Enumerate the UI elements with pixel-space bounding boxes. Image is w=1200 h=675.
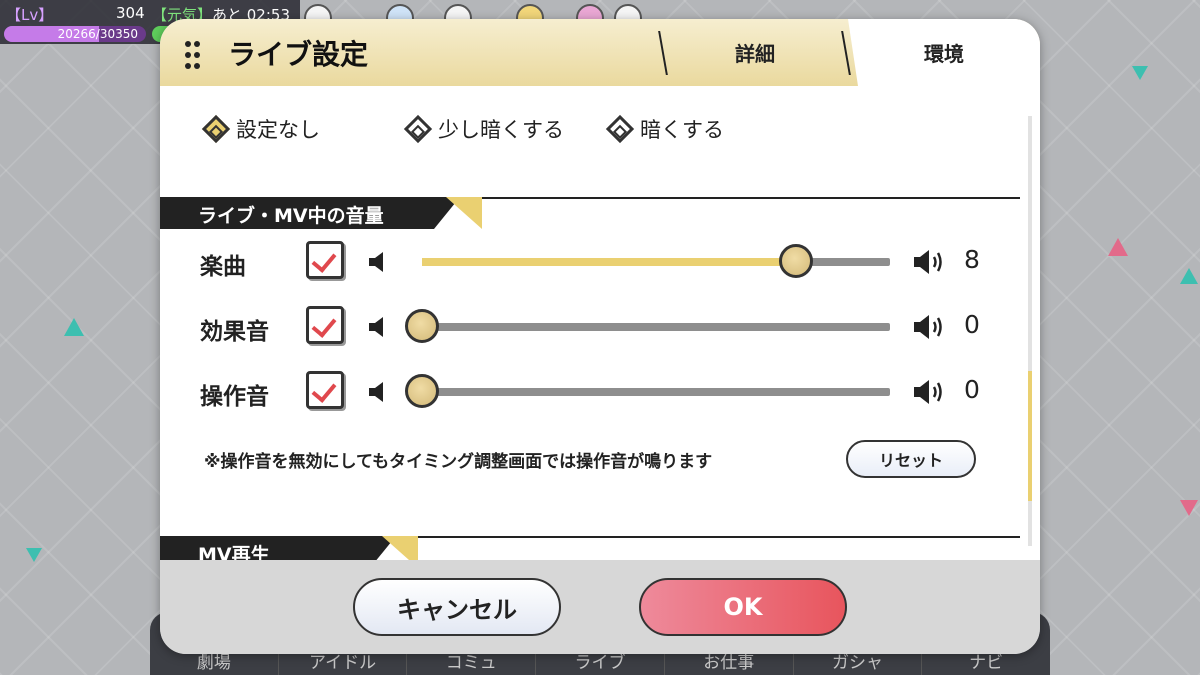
reset-button[interactable]: リセット: [846, 440, 976, 478]
section-accent: [446, 197, 482, 229]
section-header-mv: MV再生: [160, 536, 396, 560]
ok-button[interactable]: OK: [639, 578, 847, 636]
slider-knob[interactable]: [779, 244, 814, 278]
radio-label: 設定なし: [236, 118, 320, 142]
drag-handle-icon[interactable]: [185, 41, 200, 71]
radio-label: 少し暗くする: [438, 118, 564, 142]
check-icon: [311, 377, 337, 403]
slider-knob[interactable]: [405, 374, 439, 408]
speaker-high-icon: [914, 380, 942, 404]
slider-knob[interactable]: [405, 309, 439, 343]
decor-triangle: [1180, 500, 1198, 516]
speaker-low-icon: [369, 317, 383, 337]
level-value: 304: [116, 4, 145, 22]
level-label: 【Lv】: [6, 6, 54, 24]
ui-sound-volume-slider[interactable]: [405, 374, 890, 408]
ui-sound-checkbox[interactable]: [306, 371, 344, 409]
dialog-content: 設定なし 少し暗くする 暗くする ライブ・MV中の音量 楽曲 8 効果音 0 操…: [160, 86, 1040, 560]
sfx-volume-slider[interactable]: [405, 309, 890, 343]
section-header-volume: ライブ・MV中の音量: [160, 197, 460, 229]
slider-fill: [422, 258, 797, 266]
volume-label: 楽曲: [200, 254, 246, 280]
radio-option-none[interactable]: 設定なし: [201, 114, 320, 144]
dialog-footer: キャンセル OK: [160, 560, 1040, 654]
check-icon: [311, 247, 337, 273]
ui-sound-note: ※操作音を無効にしてもタイミング調整画面では操作音が鳴ります: [204, 452, 713, 472]
speaker-high-icon: [914, 315, 942, 339]
music-volume-slider[interactable]: [422, 244, 890, 278]
volume-row-ui-sound: 操作音 0: [160, 367, 1040, 417]
decor-triangle: [1180, 268, 1198, 284]
diamond-radio-icon: [201, 114, 231, 144]
decor-triangle: [1108, 238, 1128, 256]
dialog-header: ライブ設定 詳細 環境: [160, 19, 1040, 86]
decor-triangle: [26, 548, 42, 562]
tab-detail[interactable]: 詳細: [665, 19, 845, 86]
music-checkbox[interactable]: [306, 241, 344, 279]
tab-environment[interactable]: 環境: [848, 19, 1040, 86]
volume-value: 0: [964, 375, 980, 404]
volume-label: 操作音: [200, 384, 269, 410]
radio-option-slightly-dark[interactable]: 少し暗くする: [403, 114, 564, 144]
diamond-radio-icon: [605, 114, 635, 144]
volume-label: 効果音: [200, 319, 269, 345]
section-accent: [382, 536, 418, 560]
radio-label: 暗くする: [640, 118, 724, 142]
live-settings-dialog: ライブ設定 詳細 環境 設定なし 少し暗くする 暗くする ライブ・MV中の音量 …: [160, 19, 1040, 654]
decor-triangle: [1132, 66, 1148, 80]
sfx-checkbox[interactable]: [306, 306, 344, 344]
speaker-low-icon: [369, 382, 383, 402]
check-icon: [311, 312, 337, 338]
speaker-high-icon: [914, 250, 942, 274]
volume-value: 8: [964, 245, 980, 274]
volume-value: 0: [964, 310, 980, 339]
decor-triangle: [64, 318, 84, 336]
diamond-radio-icon: [403, 114, 433, 144]
volume-row-sfx: 効果音 0: [160, 302, 1040, 352]
volume-row-music: 楽曲 8: [160, 237, 1040, 287]
exp-bar: 20266/30350: [4, 26, 146, 42]
speaker-low-icon: [369, 252, 383, 272]
cancel-button[interactable]: キャンセル: [353, 578, 561, 636]
exp-text: 20266/30350: [57, 27, 138, 41]
dialog-title: ライブ設定: [228, 38, 369, 71]
radio-option-dark[interactable]: 暗くする: [605, 114, 724, 144]
